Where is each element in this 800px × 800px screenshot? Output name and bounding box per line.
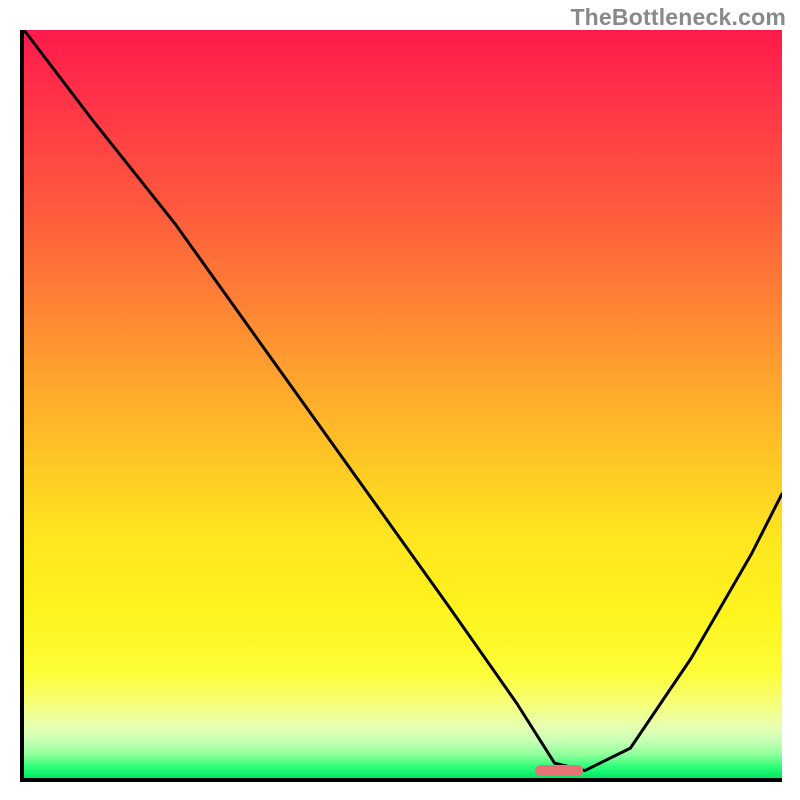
watermark-text: TheBottleneck.com (570, 4, 786, 31)
optimal-marker (535, 765, 582, 776)
bottleneck-curve (24, 30, 782, 778)
curve-path (24, 30, 782, 771)
chart-stage: TheBottleneck.com (0, 0, 800, 800)
plot-area (20, 30, 782, 782)
